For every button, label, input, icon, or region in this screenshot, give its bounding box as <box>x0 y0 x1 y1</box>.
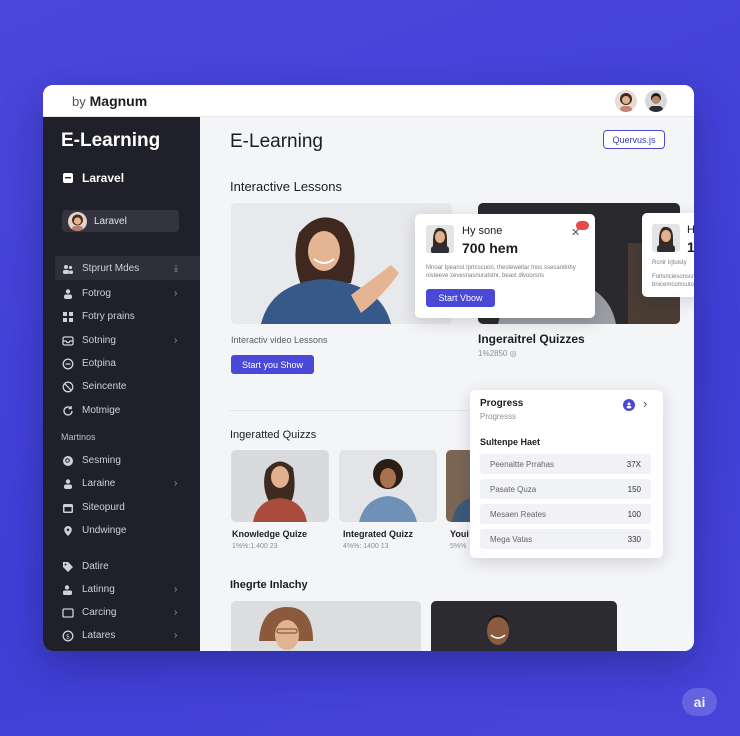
lesson-caption: Interactiv video Lessons <box>231 335 328 345</box>
top-bar: by Magnum <box>43 85 694 117</box>
user-lock-icon <box>61 583 74 596</box>
tag-icon <box>61 560 74 573</box>
search-circle-icon <box>61 454 74 467</box>
quiz-image-3[interactable] <box>446 450 472 522</box>
sidebar-item-undwinge[interactable]: Undwinge <box>61 524 126 537</box>
lessons-heading: Interactive Lessons <box>230 179 343 194</box>
chevron-right-icon: › <box>174 335 178 346</box>
avatar-male[interactable] <box>645 90 667 112</box>
progress-row: Peenaltte Prrahas 37X <box>480 454 651 474</box>
quizzes-heading: Ingeraitrel Quizzes <box>478 332 585 346</box>
progress-row: Pasate Quza 150 <box>480 479 651 499</box>
block-icon <box>61 380 74 393</box>
progress-title: Progress <box>480 398 524 409</box>
download-icon: ⤓ <box>174 263 178 273</box>
popup2-desc1: Rcnir Irjtuisty <box>652 260 687 266</box>
sidebar: E-Learning Laravel Laravel Stprurt Mdes … <box>43 117 200 651</box>
user-circle-icon[interactable] <box>623 399 635 411</box>
sidebar-item-eotpina[interactable]: Eotpina <box>61 357 116 370</box>
window-icon <box>61 606 74 619</box>
user-group-icon <box>61 477 74 490</box>
avatar-female[interactable] <box>615 90 637 112</box>
chevron-right-icon: › <box>174 607 178 618</box>
progress-panel: Progress Progresss › Sultenpe Haet Peena… <box>470 390 663 558</box>
sidebar-item-latares[interactable]: $ Latares › <box>61 629 177 642</box>
ai-badge: ai <box>682 688 717 716</box>
sidebar-item-carcing[interactable]: Carcing › <box>61 606 177 619</box>
popup2-line2: 1 <box>687 239 694 255</box>
sidebar-item-datire[interactable]: Datire <box>61 560 109 573</box>
info-icon: ◎ <box>509 349 517 358</box>
sidebar-item-latinng[interactable]: Latinng › <box>61 583 177 596</box>
dollar-circle-icon: $ <box>61 629 74 642</box>
secondary-popup-card: H 1 Rcnir Irjtuisty Forlsnciesonscnu bni… <box>642 213 694 297</box>
sidebar-section-label: Martinos <box>61 432 96 442</box>
progress-subtitle: Progresss <box>480 412 517 421</box>
popup2-avatar <box>652 224 680 252</box>
chevron-right-icon: › <box>174 478 178 489</box>
sidebar-item-siteopurd[interactable]: Siteopurd <box>61 501 125 514</box>
sidebar-item-laravel[interactable]: Laravel <box>61 171 124 185</box>
quiz-sub-2: 4%%: 1400 13 <box>343 543 389 550</box>
quiz-sub-1: 1%%:1.400 23 <box>232 543 278 550</box>
progress-section: Sultenpe Haet <box>480 437 541 447</box>
progress-row: Mega Vatas 330 <box>480 529 651 549</box>
start-view-button[interactable]: Start Vbow <box>426 289 495 307</box>
sidebar-item-seincente[interactable]: Seincente <box>61 380 126 393</box>
quiz-image-1[interactable] <box>231 450 329 522</box>
svg-text:$: $ <box>65 632 69 640</box>
bottom-heading: Ihegrte Inlachy <box>230 579 308 591</box>
quiz-title-2: Integrated Quizz <box>343 529 414 539</box>
chevron-right-icon: › <box>174 288 178 299</box>
sidebar-item-motmige[interactable]: Motmige <box>61 404 120 417</box>
app-window: by Magnum E-Learning Laravel Laravel Stp… <box>43 85 694 651</box>
popup-description: Mnoar Ipeanst Iprtcscuon, thesteweitar I… <box>426 265 576 279</box>
brand-logo[interactable]: by Magnum <box>72 93 147 109</box>
chevron-right-icon: › <box>174 584 178 595</box>
sidebar-title: E-Learning <box>61 130 161 151</box>
sidebar-item-sotning[interactable]: Sotning › <box>61 334 177 347</box>
popup-avatar <box>426 225 454 253</box>
inbox-icon <box>61 334 74 347</box>
popup-greeting: Hy sone <box>462 225 503 237</box>
section-divider <box>230 410 475 411</box>
progress-row: Mesaen Reates 100 <box>480 504 651 524</box>
lesson-popup-card: Hy sone 700 hem ✕ Mnoar Ipeanst Iprtcscu… <box>415 214 595 318</box>
chevron-right-icon: › <box>174 630 178 641</box>
user-group-icon <box>61 287 74 300</box>
grid-icon <box>61 310 74 323</box>
location-pin-icon <box>61 524 74 537</box>
start-show-button[interactable]: Start you Show <box>231 355 314 374</box>
quervus-button[interactable]: Quervus.js <box>603 130 665 149</box>
bottom-image-woman[interactable] <box>231 601 421 651</box>
sidebar-item-fotry-prains[interactable]: Fotry prains <box>61 310 135 323</box>
popup-count: 700 hem <box>462 240 519 256</box>
page-title: E-Learning <box>230 131 323 152</box>
notification-badge <box>576 221 589 230</box>
popup2-desc2: Forlsnciesonscnu bnicemcomsutoa <box>652 274 694 288</box>
user-avatar <box>68 211 87 231</box>
popup2-line1: H <box>687 224 694 236</box>
bottom-image-man[interactable] <box>431 601 617 651</box>
chevron-right-icon[interactable]: › <box>643 396 647 411</box>
main-content: E-Learning Quervus.js Interactive Lesson… <box>200 117 694 651</box>
quiz-title-3: Youi <box>450 529 469 539</box>
sidebar-item-sesming[interactable]: Sesming <box>61 454 121 467</box>
quiz-image-2[interactable] <box>339 450 437 522</box>
folder-icon <box>61 172 74 185</box>
sidebar-item-stprurt-mdes[interactable]: Stprurt Mdes ⤓ <box>61 262 178 275</box>
sidebar-item-laraine[interactable]: Laraine › <box>61 477 177 490</box>
user-chip[interactable]: Laravel <box>62 210 179 232</box>
quiz-section-heading: Ingeratted Quizzs <box>230 429 317 441</box>
minus-circle-icon <box>61 357 74 370</box>
sidebar-item-fotrog[interactable]: Fotrog › <box>61 287 177 300</box>
calendar-icon <box>61 501 74 514</box>
users-icon <box>61 262 74 275</box>
quiz-sub-3: 5%% <box>450 543 467 550</box>
quizzes-sub: 1%2850 ◎ <box>478 349 517 358</box>
quiz-title-1: Knowledge Quize <box>232 529 308 539</box>
refresh-icon <box>61 404 74 417</box>
